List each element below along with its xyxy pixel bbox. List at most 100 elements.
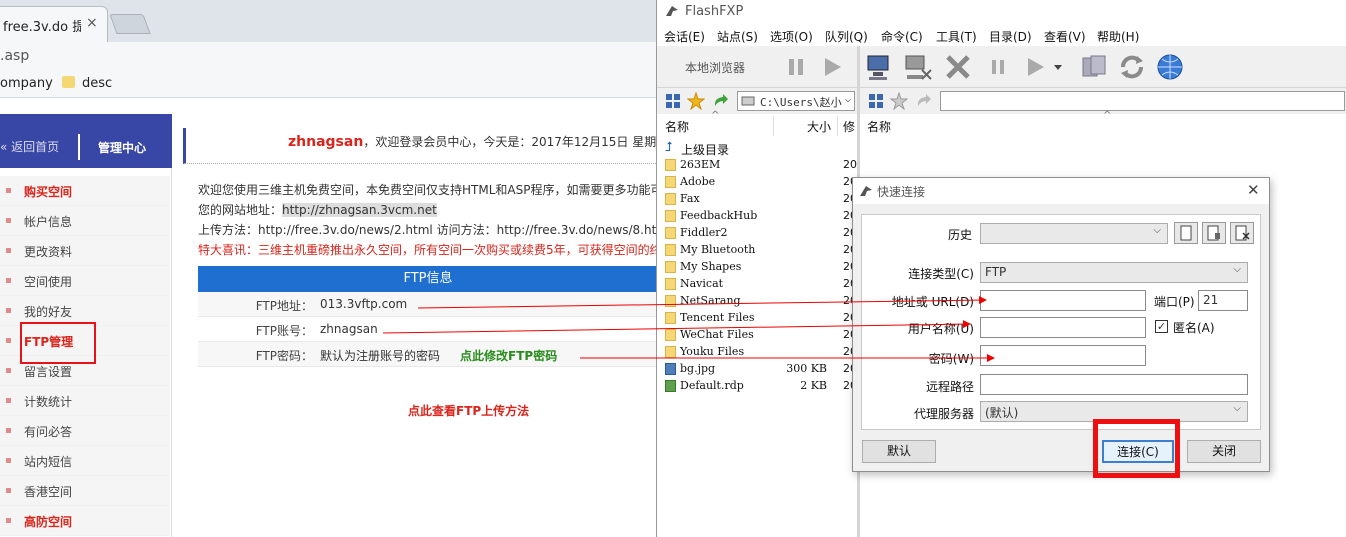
menu-item[interactable]: 工具(T) <box>936 28 977 45</box>
list-item[interactable]: bg.jpg 300 KB 20 <box>663 361 857 378</box>
back-home-link[interactable]: « 返回首页 <box>0 138 59 155</box>
connect-icon[interactable] <box>865 52 895 82</box>
upload-url[interactable]: http://free.3v.do/news/2.html <box>258 223 433 237</box>
file-name: bg.jpg <box>680 362 716 375</box>
manage-center-tab[interactable]: 管理中心 <box>78 134 168 160</box>
remote-path-input[interactable] <box>980 374 1248 395</box>
flashfxp-logo-icon <box>860 186 872 196</box>
site-url[interactable]: http://zhnagsan.3vcm.net <box>282 203 437 217</box>
play-icon[interactable] <box>817 52 847 82</box>
ftp-key: FTP地址： <box>255 299 313 313</box>
sidebar-item[interactable]: 购买空间 <box>0 176 170 206</box>
disconnect-icon[interactable] <box>903 52 933 82</box>
menu-item[interactable]: 站点(S) <box>717 28 758 45</box>
address-bar[interactable]: .asp <box>0 42 656 70</box>
browser-tab[interactable]: free.3v.do 提供 × <box>0 6 108 42</box>
sidebar-item[interactable]: 计数统计 <box>0 386 170 416</box>
bookmark-company[interactable]: ompany <box>0 76 53 91</box>
delete-site-button[interactable] <box>1230 222 1254 244</box>
anonymous-label: 匿名(A) <box>1173 321 1215 335</box>
star-icon[interactable] <box>687 92 705 110</box>
list-item[interactable]: FeedbackHub 20 <box>663 208 857 225</box>
menu-item[interactable]: 队列(Q) <box>825 28 868 45</box>
view-upload-method-link[interactable]: 点此查看FTP上传方法 <box>408 402 529 419</box>
sites-icon[interactable] <box>868 93 884 109</box>
list-item[interactable]: My Bluetooth 20 <box>663 242 857 259</box>
sidebar-item-label: 空间使用 <box>24 275 73 289</box>
local-path-combo[interactable]: C:\Users\赵小 ⌵ <box>737 91 855 111</box>
dialog-titlebar[interactable]: 快速连接 ✕ <box>853 178 1269 204</box>
list-item[interactable]: My Shapes 20 <box>663 259 857 276</box>
globe-icon[interactable] <box>1155 52 1185 82</box>
sidebar-item[interactable]: 香港空间 <box>0 476 170 506</box>
list-item[interactable]: WeChat Files 20 <box>663 327 857 344</box>
pause-icon[interactable] <box>781 52 811 82</box>
list-item[interactable]: 263EM 20 <box>663 157 857 174</box>
list-item[interactable]: NetSarang 20 <box>663 293 857 310</box>
list-item[interactable]: Youku Files 20 <box>663 344 857 361</box>
list-item[interactable]: Navicat 20 <box>663 276 857 293</box>
anonymous-checkbox[interactable]: ✓ <box>1155 320 1168 333</box>
list-item[interactable]: Fax 20 <box>663 191 857 208</box>
list-item-up-dir[interactable]: ⮥ 上级目录 <box>663 140 857 157</box>
sidebar-item[interactable]: 空间使用 <box>0 266 170 296</box>
close-icon[interactable]: ✕ <box>1247 181 1260 199</box>
abort-icon[interactable] <box>943 52 973 82</box>
password-input[interactable] <box>980 345 1146 366</box>
sidebar-item[interactable]: 站内短信 <box>0 446 170 476</box>
col-modified-local[interactable]: 修 <box>843 118 855 135</box>
default-button[interactable]: 默认 <box>862 440 936 463</box>
account-info: 欢迎您使用三维主机免费空间，本免费空间仅支持HTML和ASP程序，如需要更多功能… <box>198 180 656 260</box>
ftp-value-text: 默认为注册账号的密码 <box>320 349 441 363</box>
compare-icon[interactable] <box>1079 52 1109 82</box>
visit-url[interactable]: http://free.3v.do/news/8.html <box>497 223 656 237</box>
menu-item[interactable]: 查看(V) <box>1044 28 1086 45</box>
col-name-local[interactable]: 名称 <box>665 118 689 135</box>
col-name-remote[interactable]: 名称 <box>867 118 891 135</box>
address-input[interactable] <box>980 290 1146 311</box>
sidebar-item[interactable]: 更改资料 <box>0 236 170 266</box>
username-input[interactable] <box>980 317 1146 338</box>
list-item[interactable]: Fiddler2 20 <box>663 225 857 242</box>
conn-type-select[interactable]: FTP ⌵ <box>980 262 1248 283</box>
refresh-arrow-icon[interactable] <box>914 92 932 110</box>
local-browser-label[interactable]: 本地浏览器 <box>685 59 745 76</box>
sidebar-item[interactable]: 高防空间 <box>0 506 170 536</box>
remote-path-combo[interactable] <box>940 91 1345 111</box>
local-path-bar: C:\Users\赵小 ⌵ <box>657 88 857 114</box>
bookmark-desc[interactable]: desc <box>82 76 112 91</box>
file-name: Navicat <box>680 277 724 290</box>
menu-item[interactable]: 目录(D) <box>989 28 1032 45</box>
new-tab-button[interactable] <box>109 14 151 34</box>
new-site-button[interactable] <box>1174 222 1198 244</box>
pause-queue-icon[interactable] <box>983 52 1013 82</box>
port-input[interactable]: 21 <box>1198 290 1248 311</box>
folder-icon <box>665 176 676 188</box>
document-icon <box>1180 225 1192 241</box>
edit-document-icon <box>1207 225 1220 241</box>
list-item[interactable]: Tencent Files 20 <box>663 310 857 327</box>
history-select[interactable]: ⌵ <box>980 223 1168 244</box>
star-icon[interactable] <box>890 92 908 110</box>
refresh-icon[interactable] <box>1117 52 1147 82</box>
chevron-down-icon[interactable] <box>1051 52 1065 82</box>
sites-icon[interactable] <box>665 93 681 109</box>
ftp-key: FTP账号： <box>255 324 313 338</box>
close-icon[interactable]: × <box>86 15 98 31</box>
sidebar-item[interactable]: 有问必答 <box>0 416 170 446</box>
menu-item[interactable]: 帮助(H) <box>1097 28 1139 45</box>
col-size-local[interactable]: 大小 <box>807 118 831 135</box>
refresh-arrow-icon[interactable] <box>711 92 729 110</box>
list-item[interactable]: Adobe 20 <box>663 174 857 191</box>
change-ftp-password-link[interactable]: 点此修改FTP密码 <box>460 349 557 363</box>
list-item[interactable]: Default.rdp 2 KB 20 <box>663 378 857 395</box>
menu-item[interactable]: 命令(C) <box>881 28 923 45</box>
edit-site-button[interactable] <box>1202 222 1226 244</box>
folder-icon <box>665 227 676 239</box>
transfer-queue-icon[interactable] <box>1021 52 1051 82</box>
sidebar-item[interactable]: 帐户信息 <box>0 206 170 236</box>
close-button[interactable]: 关闭 <box>1187 440 1261 463</box>
address-label: 地址或 URL(D) <box>891 295 974 309</box>
menu-item[interactable]: 选项(O) <box>770 28 813 45</box>
menu-item[interactable]: 会话(E) <box>664 28 705 45</box>
